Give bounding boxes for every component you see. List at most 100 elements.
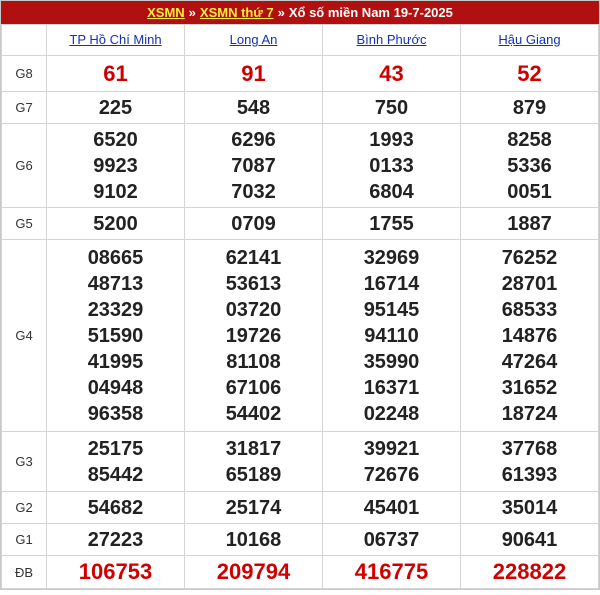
lottery-number: 7087 <box>231 154 276 177</box>
prize-cell: 91 <box>184 55 323 92</box>
prize-cell: 25175 85442 <box>46 431 185 492</box>
prize-cell: 54682 <box>46 491 185 524</box>
lottery-number: 18724 <box>501 402 558 425</box>
lottery-number: 54682 <box>87 496 144 519</box>
lottery-number: 35990 <box>363 350 420 373</box>
results-table: TP Hồ Chí Minh Long An Bình Phước Hậu Gi… <box>1 24 599 589</box>
prize-row-g1: G1 27223 10168 06737 90641 <box>1 523 599 556</box>
lottery-number: 04948 <box>87 376 144 399</box>
lottery-number: 1755 <box>369 212 414 235</box>
prize-cell: 5200 <box>46 207 185 240</box>
prize-row-g7: G7 225 548 750 879 <box>1 91 599 124</box>
prize-cell: 8258 5336 0051 <box>460 123 599 208</box>
lottery-number: 94110 <box>364 324 419 347</box>
prize-cell: 106753 <box>46 555 185 589</box>
breadcrumb-separator: » <box>188 5 196 20</box>
lottery-number: 03720 <box>225 298 282 321</box>
province-link-long-an[interactable]: Long An <box>230 32 278 47</box>
lottery-number: 43 <box>379 60 404 86</box>
lottery-number: 72676 <box>363 463 420 486</box>
lottery-number: 31817 <box>225 437 282 460</box>
prize-cell: 25174 <box>184 491 323 524</box>
lottery-number: 27223 <box>87 528 144 551</box>
lottery-number: 48713 <box>87 272 144 295</box>
breadcrumb-xsmn-link[interactable]: XSMN <box>147 5 185 20</box>
prize-cell: 879 <box>460 91 599 124</box>
prize-cell: 209794 <box>184 555 323 589</box>
province-link-binh-phuoc[interactable]: Bình Phước <box>357 32 427 47</box>
prize-row-g3: G3 25175 85442 31817 65189 39921 72676 37768 613… <box>1 431 599 492</box>
lottery-number: 81108 <box>226 350 281 373</box>
lottery-number: 31652 <box>501 376 558 399</box>
lottery-number: 19726 <box>225 324 282 347</box>
prize-cell: 31817 65189 <box>184 431 323 492</box>
prize-cell: 750 <box>322 91 461 124</box>
prize-cell: 52 <box>460 55 599 92</box>
province-header: TP Hồ Chí Minh <box>46 24 185 56</box>
lottery-number: 67106 <box>225 376 282 399</box>
lottery-number: 0709 <box>231 212 276 235</box>
province-header: Long An <box>184 24 323 56</box>
prize-label: G1 <box>1 523 47 556</box>
prize-row-g5: G5 5200 0709 1755 1887 <box>1 207 599 240</box>
prize-cell: 37768 61393 <box>460 431 599 492</box>
lottery-number: 6520 <box>93 128 138 151</box>
breadcrumb-xsmn-saturday-link[interactable]: XSMN thứ 7 <box>200 5 274 20</box>
prize-cell: 228822 <box>460 555 599 589</box>
lottery-number: 8258 <box>507 128 552 151</box>
prize-cell: 1755 <box>322 207 461 240</box>
prize-cell: 416775 <box>322 555 461 589</box>
lottery-number: 23329 <box>87 298 144 321</box>
lottery-number: 37768 <box>501 437 558 460</box>
page-title: Xổ số miền Nam 19-7-2025 <box>288 5 453 20</box>
prize-cell: 0709 <box>184 207 323 240</box>
prize-label: G4 <box>1 239 47 432</box>
lottery-number: 6296 <box>231 128 276 151</box>
lottery-number: 96358 <box>87 402 144 425</box>
lottery-number: 25174 <box>225 496 282 519</box>
province-link-hau-giang[interactable]: Hậu Giang <box>498 32 560 47</box>
lottery-number: 0051 <box>507 180 552 203</box>
prize-label: G7 <box>1 91 47 124</box>
prize-cell: 225 <box>46 91 185 124</box>
lottery-number: 548 <box>236 96 271 119</box>
prize-row-g4: G4 08665 48713 23329 51590 41995 04948 96358 621… <box>1 239 599 432</box>
lottery-number: 91 <box>241 60 266 86</box>
prize-cell: 1993 0133 6804 <box>322 123 461 208</box>
prize-row-g2: G2 54682 25174 45401 35014 <box>1 491 599 524</box>
prize-label: G6 <box>1 123 47 208</box>
prize-cell: 1887 <box>460 207 599 240</box>
lottery-number: 06737 <box>363 528 420 551</box>
prize-cell: 35014 <box>460 491 599 524</box>
lottery-number: 32969 <box>363 246 420 269</box>
prize-header-cell <box>1 24 47 56</box>
lottery-number: 6804 <box>369 180 414 203</box>
prize-label: G2 <box>1 491 47 524</box>
prize-label: ĐB <box>1 555 47 589</box>
lottery-number: 95145 <box>363 298 420 321</box>
lottery-number: 14876 <box>501 324 558 347</box>
prize-cell: 6520 9923 9102 <box>46 123 185 208</box>
province-link-hcm[interactable]: TP Hồ Chí Minh <box>69 32 161 47</box>
prize-cell: 43 <box>322 55 461 92</box>
prize-cell: 548 <box>184 91 323 124</box>
prize-cell: 76252 28701 68533 14876 47264 31652 18724 <box>460 239 599 432</box>
lottery-number: 62141 <box>225 246 282 269</box>
lottery-number: 1993 <box>369 128 414 151</box>
lottery-number: 90641 <box>501 528 558 551</box>
lottery-number: 25175 <box>87 437 144 460</box>
lottery-number: 65189 <box>225 463 282 486</box>
province-header: Hậu Giang <box>460 24 599 56</box>
province-header: Bình Phước <box>322 24 461 56</box>
prize-label: G3 <box>1 431 47 492</box>
prize-row-db: ĐB 106753 209794 416775 228822 <box>1 555 599 589</box>
prize-cell: 61 <box>46 55 185 92</box>
lottery-number: 879 <box>512 96 547 119</box>
lottery-number: 54402 <box>225 402 282 425</box>
lottery-number: 61393 <box>501 463 558 486</box>
lottery-number: 750 <box>374 96 409 119</box>
prize-row-g6: G6 6520 9923 9102 6296 7087 7032 1993 0133 6804 82… <box>1 123 599 208</box>
prize-cell: 27223 <box>46 523 185 556</box>
lottery-number: 51590 <box>87 324 144 347</box>
prize-cell: 06737 <box>322 523 461 556</box>
